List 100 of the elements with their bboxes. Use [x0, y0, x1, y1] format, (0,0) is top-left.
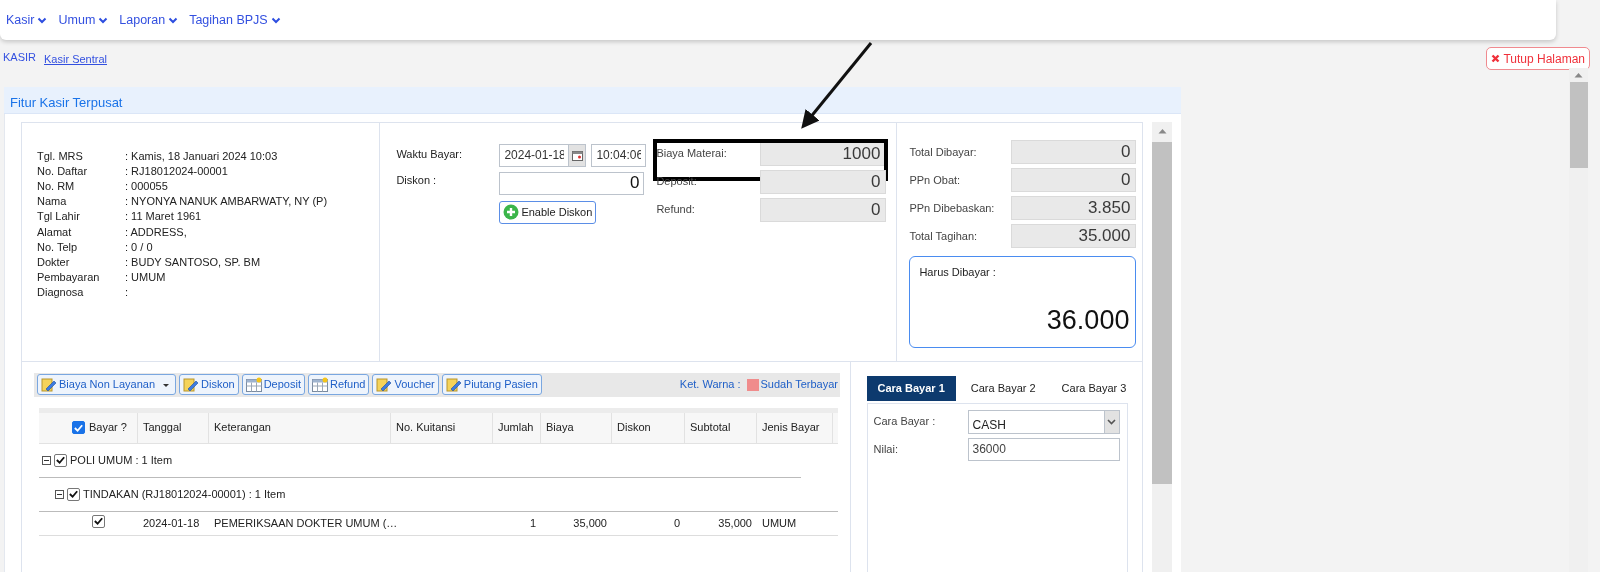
- breadcrumb-text: KASIR: [3, 50, 36, 65]
- field-value: :: [125, 285, 129, 301]
- field-value: : RJ18012024-00001: [125, 163, 228, 179]
- scrollbar-thumb[interactable]: [1152, 141, 1172, 484]
- scroll-up-icon: [1574, 72, 1583, 78]
- discount-field[interactable]: 0: [499, 171, 645, 195]
- field-label: Tgl. MRS: [37, 148, 84, 164]
- toolbar-button[interactable]: Deposit: [241, 374, 305, 395]
- field-value: : Kamis, 18 Januari 2024 10:03: [125, 148, 278, 164]
- spreadsheet-icon: [245, 376, 262, 393]
- toolbar-button[interactable]: Biaya Non Layanan: [37, 374, 176, 395]
- field-label: Alamat: [37, 224, 73, 240]
- column-header: Subtotal: [690, 420, 731, 436]
- amount-field[interactable]: 0: [760, 169, 887, 194]
- field-value: : NYONYA NANUK AMBARWATY, NY (P): [125, 194, 328, 210]
- toolbar-button[interactable]: Piutang Pasien: [441, 374, 542, 395]
- amount-due-value: 36.000: [1046, 304, 1130, 337]
- field-value: : ADDRESS,: [125, 224, 187, 240]
- field-label: No. Daftar: [37, 163, 89, 179]
- table-cell: 2024-01-18: [143, 516, 200, 529]
- legend-text: Sudah Terbayar: [760, 377, 838, 393]
- breadcrumb-link[interactable]: Kasir Sentral: [44, 51, 107, 68]
- field-label: Pembayaran: [37, 270, 101, 286]
- table-cell: 0: [673, 516, 680, 529]
- amount-field[interactable]: 0: [1011, 167, 1137, 192]
- amount-field[interactable]: 0: [1011, 139, 1137, 164]
- field-label: Tgl Lahir: [37, 209, 81, 225]
- group-label: TINDAKAN (RJ18012024-00001) : 1 Item: [83, 486, 286, 502]
- field-label: Refund:: [656, 201, 696, 217]
- tab[interactable]: Cara Bayar 2: [959, 375, 1047, 401]
- field-value: : 11 Maret 1961: [125, 209, 202, 225]
- collapse-icon[interactable]: [42, 455, 51, 465]
- field-label: Nilai:: [873, 441, 899, 457]
- amount-field[interactable]: 35.000: [1011, 223, 1137, 248]
- scroll-up-icon: [1157, 127, 1167, 134]
- check-icon: [93, 515, 104, 527]
- toolbar-button[interactable]: Refund: [307, 374, 370, 395]
- column-header: Jumlah: [498, 420, 534, 436]
- toolbar-button[interactable]: Diskon: [179, 374, 239, 395]
- checkbox[interactable]: [67, 487, 80, 501]
- field-label: No. RM: [37, 178, 76, 194]
- field-label: PPn Obat:: [909, 172, 962, 188]
- checkbox[interactable]: [54, 453, 67, 467]
- chevron-down-icon: [98, 15, 109, 25]
- panel-title: Fitur Kasir Terpusat: [4, 87, 1181, 114]
- table-cell: UMUM: [762, 516, 797, 529]
- amount-due-label: Harus Dibayar :: [919, 264, 997, 280]
- amount-field[interactable]: 0: [760, 197, 887, 222]
- tab[interactable]: Cara Bayar 1: [866, 375, 956, 401]
- legend-label: Ket. Warna :: [679, 377, 741, 393]
- column-header: Keterangan: [214, 420, 271, 436]
- field-label: Diagnosa: [37, 285, 85, 301]
- menu-item[interactable]: Tagihan BPJS: [189, 10, 281, 30]
- field-label: No. Telp: [37, 239, 79, 255]
- enable-discount-button[interactable]: Enable Diskon: [499, 200, 597, 224]
- amount-field[interactable]: 3.850: [1011, 195, 1137, 220]
- edit-document-icon: [376, 376, 393, 393]
- toolbar-button[interactable]: Voucher: [372, 374, 439, 395]
- chevron-down-icon: [168, 15, 179, 25]
- spreadsheet-icon: [311, 376, 328, 393]
- check-icon: [55, 454, 66, 466]
- checkbox[interactable]: [92, 514, 105, 528]
- field-label: Nama: [37, 194, 68, 210]
- check-icon: [68, 488, 79, 500]
- tab[interactable]: Cara Bayar 3: [1050, 375, 1138, 401]
- checkbox[interactable]: [72, 421, 85, 434]
- group-label: POLI UMUM : 1 Item: [70, 452, 173, 468]
- column-header: Tanggal: [143, 420, 182, 436]
- field-label: PPn Dibebaskan:: [909, 200, 996, 216]
- table-cell: 1: [529, 516, 536, 529]
- field-label: Dokter: [37, 254, 71, 270]
- field-label: Deposit:: [656, 173, 698, 189]
- menu-item[interactable]: Umum: [58, 10, 109, 30]
- field-value: : UMUM: [125, 270, 166, 286]
- amount-field[interactable]: 1000: [760, 141, 887, 166]
- field-value: : 0 / 0: [125, 239, 153, 255]
- edit-document-icon: [183, 376, 199, 393]
- payment-method-select[interactable]: CASH: [967, 409, 1120, 434]
- date-field[interactable]: 2024-01-18: [499, 143, 570, 167]
- column-header: Biaya: [546, 420, 574, 436]
- column-header: Jenis Bayar: [762, 420, 820, 436]
- field-label: Total Dibayar:: [909, 144, 978, 160]
- table-cell: 35,000: [573, 516, 607, 529]
- menu-item[interactable]: Laporan: [119, 10, 179, 30]
- calendar-button[interactable]: [569, 143, 587, 167]
- amount-input[interactable]: 36000: [967, 437, 1120, 461]
- menu-item[interactable]: Kasir: [6, 10, 48, 30]
- table-cell: 35,000: [718, 516, 752, 529]
- column-header: Bayar ?: [89, 420, 127, 436]
- field-label: Total Tagihan:: [909, 228, 979, 244]
- calendar-icon: [571, 149, 583, 161]
- column-header: No. Kuitansi: [396, 420, 456, 436]
- close-icon: [1491, 54, 1501, 63]
- close-page-button[interactable]: Tutup Halaman: [1486, 47, 1590, 70]
- scrollbar-thumb[interactable]: [1569, 82, 1588, 168]
- collapse-icon[interactable]: [55, 489, 64, 499]
- chevron-down-icon: [270, 15, 281, 25]
- table-cell: PEMERIKSAAN DOKTER UMUM (…: [214, 516, 398, 529]
- scrollbar[interactable]: [1152, 121, 1172, 572]
- chevron-down-icon: [1107, 418, 1116, 425]
